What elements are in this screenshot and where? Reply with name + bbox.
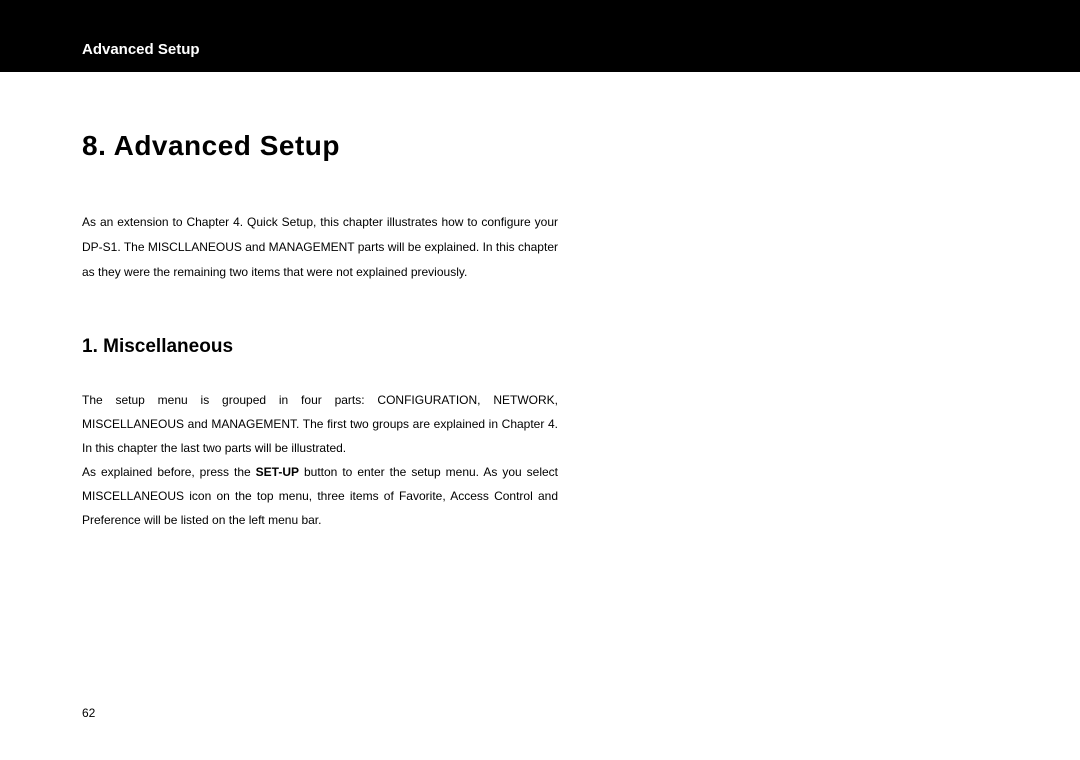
header-title: Advanced Setup xyxy=(82,41,200,58)
section-paragraph-2-pre: As explained before, press the xyxy=(82,465,256,479)
chapter-intro-paragraph: As an extension to Chapter 4. Quick Setu… xyxy=(82,210,558,286)
header-bar: Advanced Setup xyxy=(0,0,1080,72)
section-title: 1. Miscellaneous xyxy=(82,336,558,358)
chapter-title: 8. Advanced Setup xyxy=(82,130,558,162)
section-paragraph: The setup menu is grouped in four parts:… xyxy=(82,388,558,532)
section-paragraph-1: The setup menu is grouped in four parts:… xyxy=(82,393,558,455)
page-content: 8. Advanced Setup As an extension to Cha… xyxy=(0,72,640,532)
setup-bold-text: SET-UP xyxy=(256,465,299,479)
page-number: 62 xyxy=(82,706,95,720)
